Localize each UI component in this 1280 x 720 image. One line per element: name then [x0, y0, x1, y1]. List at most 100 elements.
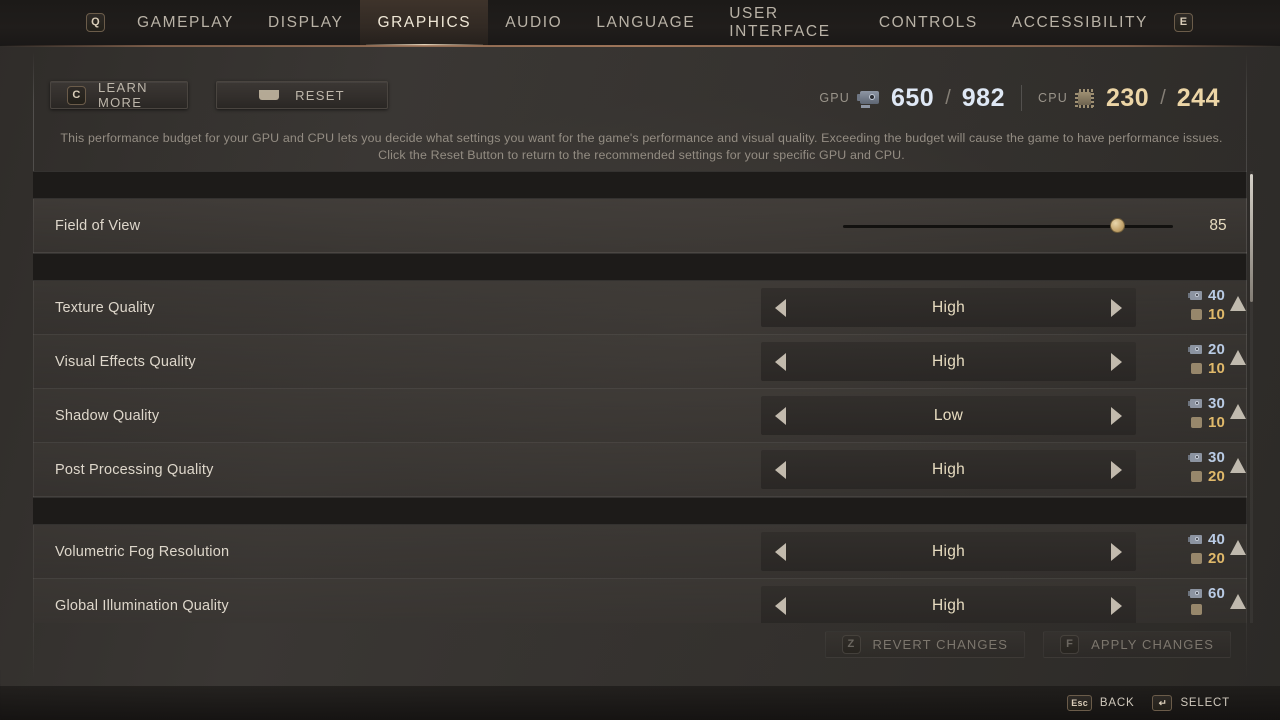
- next-value-arrow-icon[interactable]: [1111, 596, 1122, 615]
- cost-increase-arrow-icon: [1230, 350, 1246, 365]
- tab-accessibility[interactable]: ACCESSIBILITY: [995, 0, 1165, 46]
- setting-row-field-of-view[interactable]: Field of View 85: [33, 199, 1247, 253]
- gpu-cost-line: 40: [1188, 287, 1225, 304]
- spacebar-icon: [259, 90, 280, 100]
- cpu-cost-line: 20: [1188, 468, 1225, 485]
- cost-increase-arrow-icon: [1230, 540, 1246, 555]
- learn-more-button[interactable]: C LEARN MORE: [50, 80, 188, 110]
- next-tab-key-badge[interactable]: E: [1174, 13, 1193, 32]
- reset-label: RESET: [295, 87, 345, 103]
- next-value-arrow-icon[interactable]: [1111, 298, 1122, 317]
- cost-increase-arrow-icon: [1230, 458, 1246, 473]
- value-selector[interactable]: High: [761, 450, 1136, 489]
- cost-increase-arrow-icon: [1230, 296, 1246, 311]
- cpu-cost-line: [1188, 604, 1208, 615]
- tab-display[interactable]: DISPLAY: [251, 0, 361, 46]
- resource-cost-indicator: 30 20: [1158, 449, 1247, 490]
- setting-label: Shadow Quality: [55, 407, 160, 424]
- cpu-chip-icon: [1191, 363, 1202, 374]
- apply-changes-button[interactable]: F APPLY CHANGES: [1043, 631, 1231, 658]
- tab-user-interface[interactable]: USER INTERFACE: [712, 0, 862, 46]
- gpu-cost-line: 30: [1188, 449, 1225, 466]
- footer-hint-bar: Esc BACK ↵ SELECT: [0, 686, 1280, 720]
- prev-value-arrow-icon[interactable]: [775, 596, 786, 615]
- section-divider-band-lower: [33, 497, 1247, 525]
- cpu-cost-line: 10: [1188, 306, 1225, 323]
- gpu-cost-value: 40: [1208, 287, 1226, 304]
- gpu-budget-total: 982: [961, 83, 1005, 112]
- cpu-cost-value: 10: [1208, 414, 1226, 431]
- setting-row[interactable]: Visual Effects Quality High 20 10: [33, 335, 1247, 389]
- setting-label: Visual Effects Quality: [55, 353, 196, 370]
- revert-changes-label: REVERT CHANGES: [872, 637, 1009, 652]
- gpu-cost-value: 20: [1208, 341, 1226, 358]
- setting-row[interactable]: Texture Quality High 40 10: [33, 281, 1247, 335]
- esc-key-badge: Esc: [1067, 695, 1092, 711]
- gpu-card-icon: [1188, 344, 1202, 355]
- budget-divider: [1021, 85, 1022, 111]
- apply-key-badge: F: [1060, 635, 1080, 654]
- cost-increase-arrow-icon: [1230, 594, 1246, 609]
- selected-value: Low: [933, 406, 964, 424]
- gpu-cost-value: 30: [1208, 449, 1226, 466]
- revert-key-badge: Z: [841, 635, 861, 654]
- tab-gameplay[interactable]: GAMEPLAY: [120, 0, 251, 46]
- gpu-cost-line: 60: [1188, 585, 1225, 602]
- prev-tab-key-badge[interactable]: Q: [86, 13, 105, 32]
- tab-audio[interactable]: AUDIO: [488, 0, 579, 46]
- cpu-budget-separator: /: [1160, 86, 1166, 109]
- revert-changes-button[interactable]: Z REVERT CHANGES: [824, 631, 1026, 658]
- next-value-arrow-icon[interactable]: [1111, 542, 1122, 561]
- setting-row[interactable]: Global Illumination Quality High 60: [33, 579, 1247, 623]
- back-hint[interactable]: Esc BACK: [1067, 695, 1134, 711]
- cpu-budget-label: CPU: [1038, 91, 1068, 105]
- setting-row[interactable]: Post Processing Quality High 30 20: [33, 443, 1247, 497]
- value-selector[interactable]: High: [761, 532, 1136, 571]
- scrollbar-thumb[interactable]: [1250, 174, 1253, 302]
- setting-label: Texture Quality: [55, 299, 155, 316]
- prev-value-arrow-icon[interactable]: [775, 542, 786, 561]
- value-selector[interactable]: High: [761, 288, 1136, 327]
- cpu-cost-value: 10: [1208, 306, 1226, 323]
- setting-row[interactable]: Shadow Quality Low 30 10: [33, 389, 1247, 443]
- select-hint[interactable]: ↵ SELECT: [1152, 695, 1230, 711]
- tab-graphics[interactable]: GRAPHICS: [360, 0, 489, 46]
- section-divider-band-middle: [33, 253, 1247, 281]
- cpu-budget-used: 230: [1106, 83, 1150, 112]
- gpu-card-icon: [1188, 452, 1202, 463]
- nav-underline-divider: [0, 45, 1280, 47]
- value-selector[interactable]: Low: [761, 396, 1136, 435]
- field-of-view-value: 85: [1209, 216, 1227, 234]
- next-value-arrow-icon[interactable]: [1111, 352, 1122, 371]
- setting-label: Global Illumination Quality: [55, 597, 229, 614]
- value-selector[interactable]: High: [761, 342, 1136, 381]
- gpu-budget-separator: /: [945, 86, 951, 109]
- reset-button[interactable]: RESET: [216, 81, 388, 109]
- gpu-card-icon: [1188, 534, 1202, 545]
- gpu-cost-value: 60: [1208, 585, 1226, 602]
- prev-value-arrow-icon[interactable]: [775, 460, 786, 479]
- tab-controls[interactable]: CONTROLS: [862, 0, 995, 46]
- cpu-chip-icon: [1191, 471, 1202, 482]
- prev-value-arrow-icon[interactable]: [775, 352, 786, 371]
- cpu-chip-icon: [1191, 553, 1202, 564]
- slider-knob[interactable]: [1109, 218, 1125, 233]
- cost-increase-arrow-icon: [1230, 404, 1246, 419]
- cpu-chip-icon: [1191, 417, 1202, 428]
- field-of-view-slider[interactable]: [843, 216, 1173, 236]
- gpu-card-icon: [857, 90, 879, 108]
- prev-value-arrow-icon[interactable]: [775, 406, 786, 425]
- gpu-cost-value: 30: [1208, 395, 1226, 412]
- setting-row[interactable]: Volumetric Fog Resolution High 40 20: [33, 525, 1247, 579]
- cpu-budget-group: CPU 230 / 244: [1038, 84, 1220, 113]
- graphics-settings-panel: C LEARN MORE RESET GPU 650 / 982 CPU 230…: [33, 52, 1253, 680]
- setting-label: Post Processing Quality: [55, 461, 214, 478]
- next-value-arrow-icon[interactable]: [1111, 406, 1122, 425]
- prev-value-arrow-icon[interactable]: [775, 298, 786, 317]
- settings-list: Field of View 85 Texture Quality High 40 10…: [33, 171, 1247, 623]
- cpu-chip-icon: [1191, 309, 1202, 320]
- value-selector[interactable]: High: [761, 586, 1136, 623]
- next-value-arrow-icon[interactable]: [1111, 460, 1122, 479]
- cpu-cost-line: 10: [1188, 360, 1225, 377]
- tab-language[interactable]: LANGUAGE: [579, 0, 712, 46]
